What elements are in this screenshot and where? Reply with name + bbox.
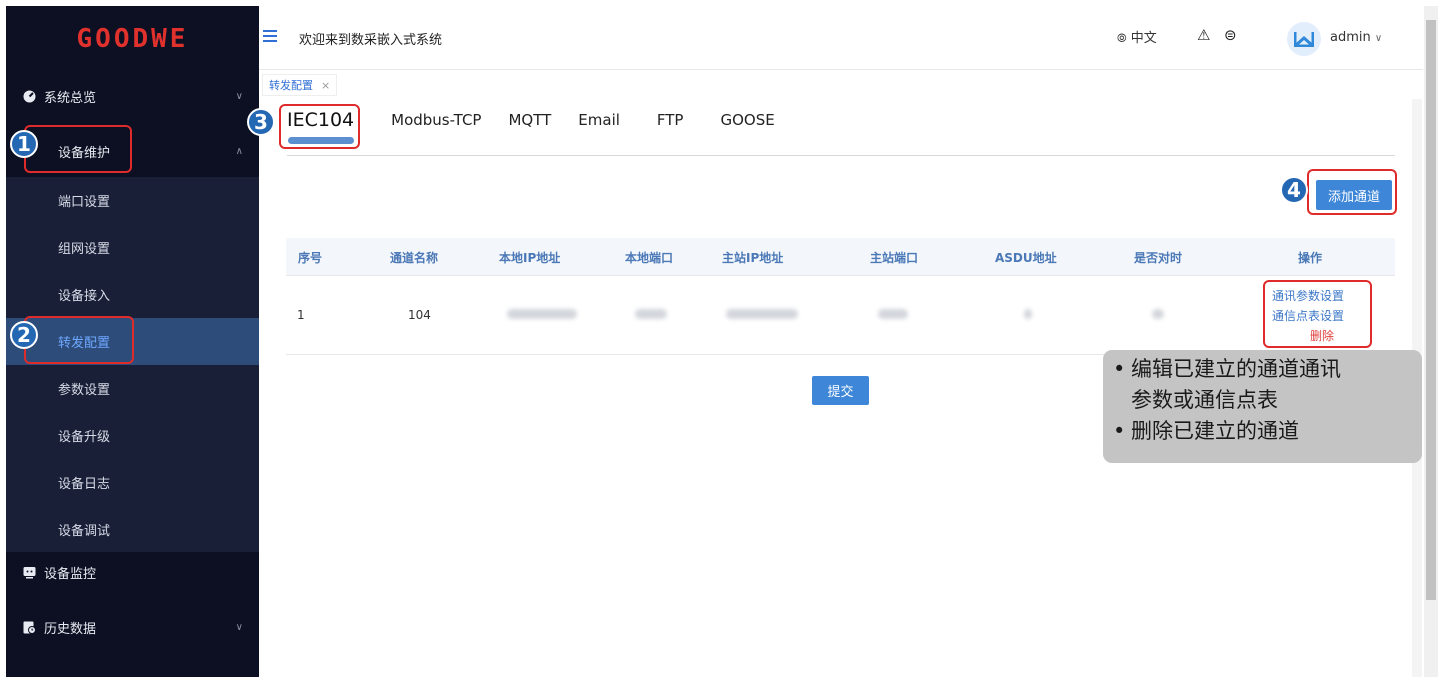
tab-ftp[interactable]: FTP	[657, 111, 684, 129]
page-scrollbar[interactable]	[1424, 6, 1438, 677]
callout-item: 参数或通信点表	[1113, 385, 1412, 416]
tab-divider	[287, 155, 1395, 156]
sidebar-item-upgrade[interactable]: 设备升级	[6, 412, 259, 459]
submit-button[interactable]: 提交	[812, 376, 869, 405]
callout-line: 编辑已建立的通道通讯	[1131, 357, 1341, 381]
column-header: 本地IP地址	[499, 251, 561, 265]
step-badge-3: 3	[247, 108, 275, 136]
bullet-spacer	[1113, 385, 1131, 416]
column-header: 主站端口	[870, 251, 919, 265]
history-icon	[22, 620, 36, 634]
logo: GOODWE	[6, 6, 259, 72]
callout-item: • 编辑已建立的通道通讯	[1113, 354, 1412, 385]
highlight-iec104-tab	[279, 104, 360, 149]
page-tab-label: 转发配置	[269, 79, 313, 92]
sidebar-item-label: 端口设置	[58, 195, 111, 210]
table-header: 序号 通道名称 本地IP地址 本地端口 主站IP地址 主站端口 ASDU地址 是…	[286, 238, 1395, 276]
cell-index: 1	[297, 308, 305, 322]
dashboard-icon	[22, 89, 36, 103]
step-badge-2: 2	[10, 321, 38, 349]
redacted-local-port	[635, 309, 667, 319]
globe-icon: ⦾	[1117, 31, 1127, 45]
sidebar-item-label: 设备调试	[58, 524, 111, 539]
screen: GOODWE 系统总览 ∨ 设备维护 ∧ 端口设置 组网设置 设备接入 转发配置…	[0, 0, 1450, 677]
callout-box: • 编辑已建立的通道通讯 参数或通信点表 • 删除已建立的通道	[1103, 350, 1422, 463]
sidebar-item-parameters[interactable]: 参数设置	[6, 365, 259, 412]
step-badge-4: 4	[1280, 176, 1308, 204]
column-header: 序号	[298, 251, 323, 265]
sidebar-item-label: 设备监控	[44, 566, 97, 582]
bullet: •	[1113, 357, 1126, 381]
column-header: 主站IP地址	[722, 251, 784, 265]
sidebar-item-label: 系统总览	[44, 90, 97, 106]
column-header: ASDU地址	[995, 251, 1057, 265]
monitor-icon	[22, 565, 36, 579]
chevron-down-icon: ∨	[235, 90, 243, 102]
chevron-down-icon: ∨	[1374, 33, 1383, 44]
callout-line: 删除已建立的通道	[1131, 419, 1299, 443]
page-tab-forwarding[interactable]: 转发配置 ×	[262, 74, 338, 96]
alert-icon[interactable]: ⚠	[1197, 26, 1210, 44]
highlight-add-channel	[1307, 169, 1397, 215]
sidebar-item-label: 设备日志	[58, 477, 111, 492]
menu-toggle-icon[interactable]	[263, 30, 277, 42]
bullet: •	[1113, 419, 1126, 443]
redacted-master-ip	[726, 309, 798, 319]
sidebar-item-label: 组网设置	[58, 242, 111, 257]
column-header: 操作	[1298, 251, 1323, 265]
column-header: 本地端口	[625, 251, 674, 265]
tab-modbus-tcp[interactable]: Modbus-TCP	[391, 111, 481, 129]
username: admin	[1330, 30, 1371, 45]
avatar[interactable]	[1287, 22, 1321, 56]
redacted-local-ip	[507, 309, 577, 319]
sidebar-item-network[interactable]: 组网设置	[6, 224, 259, 271]
column-header: 通道名称	[390, 251, 439, 265]
column-header: 是否对时	[1134, 251, 1183, 265]
sidebar-item-overview[interactable]: 系统总览 ∨	[6, 72, 259, 120]
scrollbar-thumb[interactable]	[1426, 20, 1436, 600]
highlight-actions	[1263, 280, 1372, 348]
sidebar-item-label: 设备接入	[58, 289, 111, 304]
close-icon[interactable]: ×	[321, 79, 330, 92]
sidebar-item-logs[interactable]: 设备日志	[6, 459, 259, 506]
sidebar-item-label: 参数设置	[58, 383, 111, 398]
language-label: 中文	[1130, 31, 1157, 46]
chevron-down-icon: ∨	[235, 621, 243, 633]
sidebar-submenu: 端口设置 组网设置 设备接入 转发配置 参数设置 设备升级 设备日志 设备调试	[6, 177, 259, 552]
highlight-device-maintenance	[24, 125, 132, 173]
sidebar-item-device-access[interactable]: 设备接入	[6, 271, 259, 318]
user-logo-icon	[1294, 32, 1314, 47]
sidebar-item-label: 历史数据	[44, 621, 97, 637]
sidebar-item-label: 设备升级	[58, 430, 111, 445]
step-badge-1: 1	[10, 130, 38, 158]
welcome-text: 欢迎来到数采嵌入式系统	[299, 33, 443, 48]
table-row: 1 104 通讯参数设置 通信点表设置 删除	[286, 276, 1395, 355]
notes-icon[interactable]: ⊜	[1224, 26, 1237, 44]
callout-line: 参数或通信点表	[1131, 388, 1278, 412]
protocol-tabs: IEC104 Modbus-TCP MQTT Email FTP GOOSE	[287, 106, 775, 134]
sidebar-item-history[interactable]: 历史数据 ∨	[6, 603, 259, 651]
redacted-time-sync	[1152, 309, 1164, 319]
highlight-forwarding-config	[24, 316, 134, 364]
window-edge	[1438, 0, 1450, 677]
logo-text: GOODWE	[76, 24, 189, 54]
chevron-up-icon: ∧	[235, 145, 243, 157]
user-menu[interactable]: admin ∨	[1330, 30, 1382, 45]
sidebar-item-ports[interactable]: 端口设置	[6, 177, 259, 224]
redacted-asdu	[1024, 309, 1032, 319]
tab-goose[interactable]: GOOSE	[720, 111, 774, 129]
redacted-master-port	[878, 309, 908, 319]
cell-channel-name: 104	[408, 308, 431, 322]
tab-email[interactable]: Email	[578, 111, 620, 129]
language-switch[interactable]: ⦾ 中文	[1117, 27, 1157, 46]
tab-mqtt[interactable]: MQTT	[508, 111, 551, 129]
callout-item: • 删除已建立的通道	[1113, 416, 1412, 447]
sidebar-item-monitoring[interactable]: 设备监控	[6, 548, 259, 596]
sidebar-item-debug[interactable]: 设备调试	[6, 506, 259, 553]
top-header: 欢迎来到数采嵌入式系统 ⦾ 中文 ⚠ ⊜ admin ∨	[259, 6, 1423, 70]
